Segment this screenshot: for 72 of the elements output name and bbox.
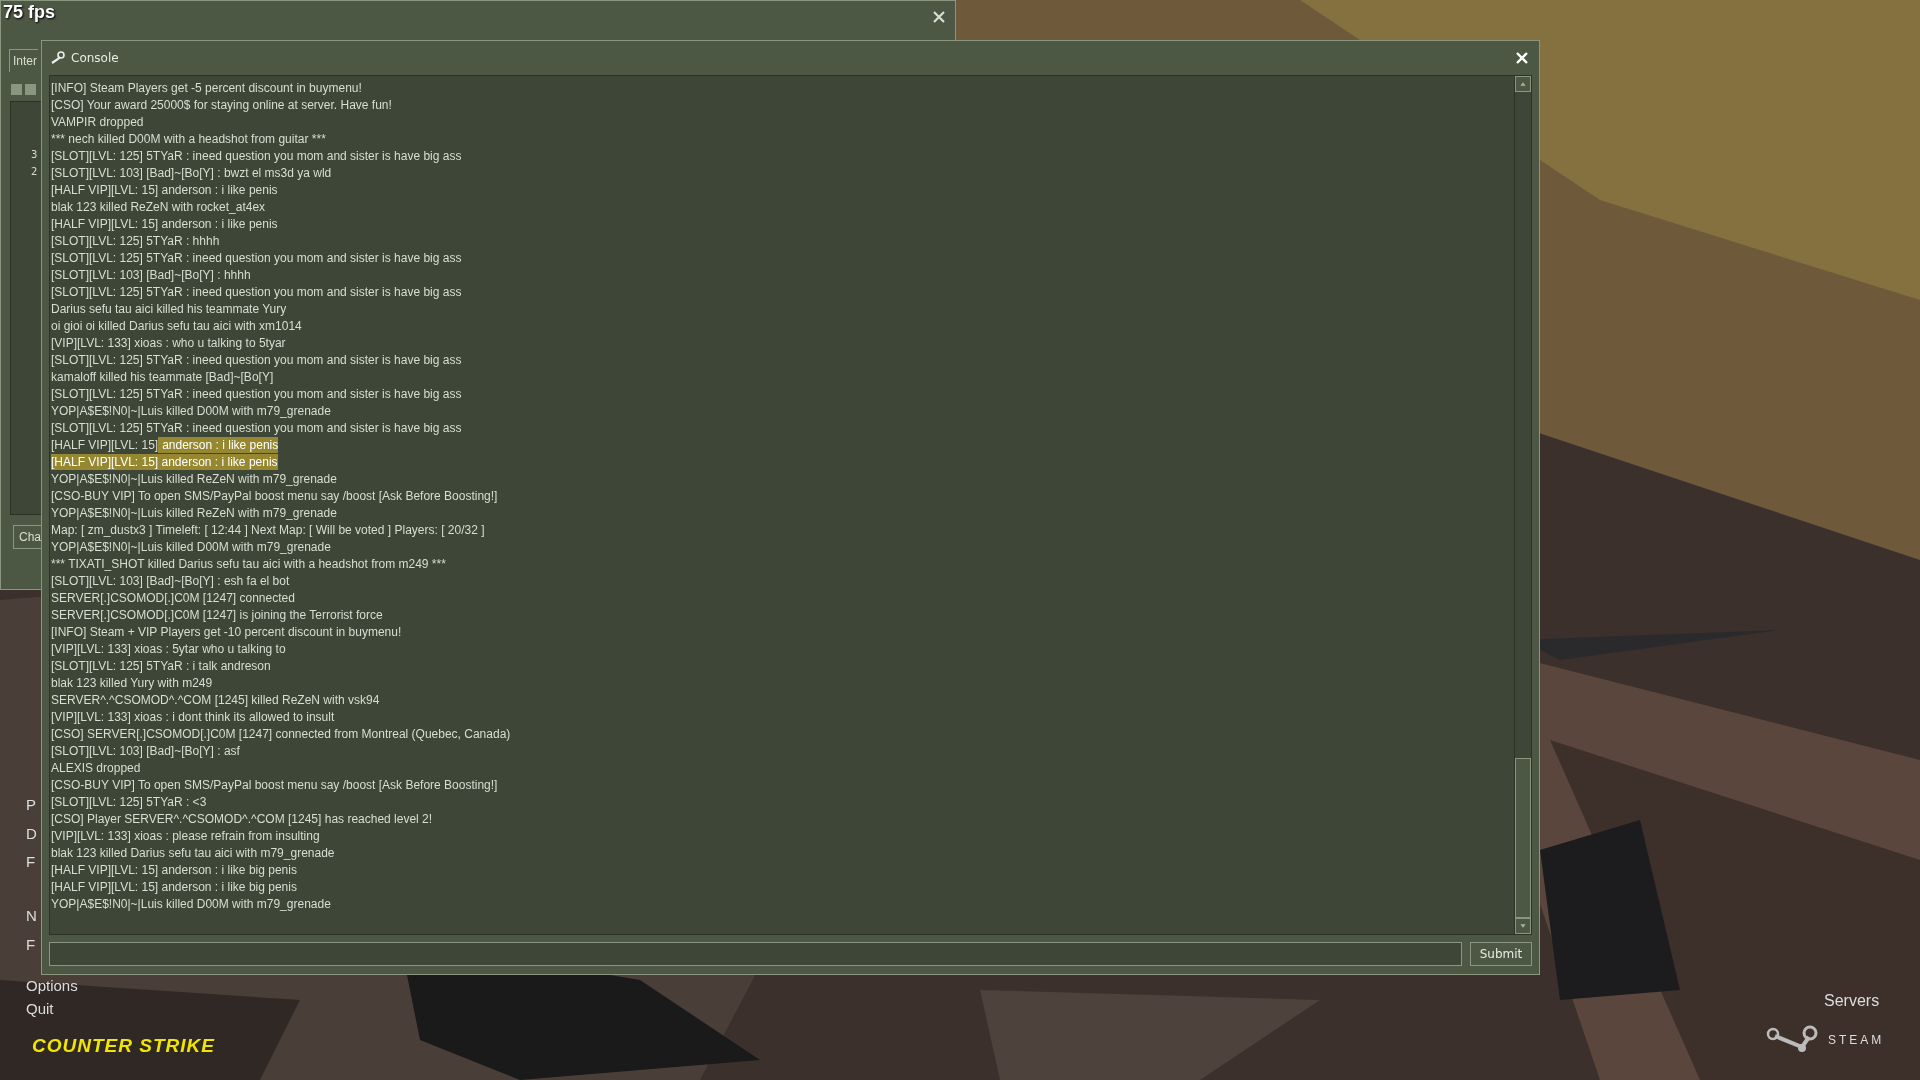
console-line: VAMPIR dropped xyxy=(51,113,144,130)
console-line: [CSO] Player SERVER^.^CSOMOD^.^COM [1245] has reached level 2! xyxy=(51,810,433,827)
console-line: [SLOT][LVL: 125] 5TYaR : ineed question you mom and sister is have big ass xyxy=(51,351,462,368)
console-line: Map: [ zm_dustx3 ] Timeleft: [ 12:44 ] Next Map: [ Will be voted ] Players: [ 20/32 ] xyxy=(51,521,485,538)
console-line: [CSO-BUY VIP] To open SMS/PayPal boost menu say /boost [Ask Before Boosting!] xyxy=(51,776,498,793)
console-line: YOP|A$E$!N0|~|Luis killed D00M with m79_grenade xyxy=(51,538,331,555)
console-line: kamaloff killed his teammate [Bad]~[Bo[Y] xyxy=(51,368,274,385)
console-line: [VIP][LVL: 133] xioas : 5ytar who u talking to xyxy=(51,640,286,657)
console-line: [SLOT][LVL: 125] 5TYaR : ineed question you mom and sister is have big ass xyxy=(51,385,462,402)
server-count: 2 xyxy=(31,166,38,177)
console-line: YOP|A$E$!N0|~|Luis killed D00M with m79_grenade xyxy=(51,895,331,912)
console-line: [SLOT][LVL: 103] [Bad]~[Bo[Y] : bwzt el ms3d ya wld xyxy=(51,164,332,181)
column-icon xyxy=(25,84,36,95)
console-line: [SLOT][LVL: 125] 5TYaR : hhhh xyxy=(51,232,220,249)
console-line: [SLOT][LVL: 125] 5TYaR : ineed question you mom and sister is have big ass xyxy=(51,147,462,164)
console-line: [CSO] Your award 25000$ for staying online at server. Have fun! xyxy=(51,96,392,113)
menu-item[interactable]: Options xyxy=(26,977,78,994)
servers-link[interactable]: Servers xyxy=(1824,992,1880,1010)
console-line: YOP|A$E$!N0|~|Luis killed D00M with m79_grenade xyxy=(51,402,331,419)
tab[interactable]: Inter xyxy=(9,49,38,72)
menu-item[interactable]: F xyxy=(26,936,36,953)
command-field[interactable] xyxy=(49,942,1462,966)
console-line: [HALF VIP][LVL: 15] anderson : i like big penis xyxy=(51,861,297,878)
console-line: SERVER[.]CSOMOD[.]C0M [1247] connected xyxy=(51,589,295,606)
menu-item[interactable]: N xyxy=(26,907,37,924)
console-line: *** nech killed D00M with a headshot from guitar *** xyxy=(51,130,326,147)
console-line: [SLOT][LVL: 125] 5TYaR : ineed question you mom and sister is have big ass xyxy=(51,419,462,436)
console-line: blak 123 killed ReZeN with rocket_at4ex xyxy=(51,198,266,215)
console-line: ALEXIS dropped xyxy=(51,759,141,776)
menu-item[interactable]: P xyxy=(26,796,36,813)
console-line: [SLOT][LVL: 125] 5TYaR : i talk andreson xyxy=(51,657,271,674)
console-line: [VIP][LVL: 133] xioas : who u talking to 5tyar xyxy=(51,334,286,351)
submit-button[interactable]: Submit xyxy=(1470,942,1532,966)
console-line: blak 123 killed Yury with m249 xyxy=(51,674,213,691)
console-line: YOP|A$E$!N0|~|Luis killed ReZeN with m79_grenade xyxy=(51,504,337,521)
console-line: [HALF VIP][LVL: 15] anderson : i like penis xyxy=(51,181,278,198)
console-line: [INFO] Steam Players get -5 percent discount in buymenu! xyxy=(51,79,362,96)
console-line: [SLOT][LVL: 103] [Bad]~[Bo[Y] : asf xyxy=(51,742,240,759)
menu-item[interactable]: Quit xyxy=(26,1000,54,1017)
menu-item[interactable]: D xyxy=(26,825,37,842)
console-line: [HALF VIP][LVL: 15] anderson : i like big penis xyxy=(51,878,297,895)
scrollbar[interactable] xyxy=(1514,76,1531,934)
console-line: blak 123 killed Darius sefu tau aici with m79_grenade xyxy=(51,844,335,861)
window-title: Console xyxy=(71,51,119,65)
console-line: [SLOT][LVL: 125] 5TYaR : ineed question you mom and sister is have big ass xyxy=(51,249,462,266)
console-line: [CSO] SERVER[.]CSOMOD[.]C0M [1247] connected from Montreal (Quebec, Canada) xyxy=(51,725,511,742)
console-line: [HALF VIP][LVL: 15] xyxy=(51,436,159,453)
change-button[interactable]: Cha xyxy=(13,525,42,549)
console-line: *** TIXATI_SHOT killed Darius sefu tau aici with a headshot from m249 *** xyxy=(51,555,446,572)
console-line: Darius sefu tau aici killed his teammate Yury xyxy=(51,300,287,317)
console-line: [VIP][LVL: 133] xioas : please refrain from insulting xyxy=(51,827,320,844)
scroll-thumb[interactable] xyxy=(1515,758,1531,918)
scroll-down-button[interactable] xyxy=(1515,918,1531,934)
console-line: SERVER[.]CSOMOD[.]C0M [1247] is joining the Terrorist force xyxy=(51,606,383,623)
steam-label: STEAM xyxy=(1828,1033,1885,1047)
console-line: [SLOT][LVL: 125] 5TYaR : ineed question you mom and sister is have big ass xyxy=(51,283,462,300)
console-line: YOP|A$E$!N0|~|Luis killed ReZeN with m79_grenade xyxy=(51,470,337,487)
game-logo: COUNTER STRIKE xyxy=(32,1035,215,1057)
console-line: [SLOT][LVL: 103] [Bad]~[Bo[Y] : hhhh xyxy=(51,266,251,283)
console-line: SERVER^.^CSOMOD^.^COM [1245] killed ReZeN with vsk94 xyxy=(51,691,380,708)
console-line: [SLOT][LVL: 125] 5TYaR : <3 xyxy=(51,793,207,810)
console-line: [CSO-BUY VIP] To open SMS/PayPal boost menu say /boost [Ask Before Boosting!] xyxy=(51,487,498,504)
console-line: [VIP][LVL: 133] xioas : i dont think its allowed to insult xyxy=(51,708,335,725)
close-icon[interactable] xyxy=(933,11,945,23)
console-line: oi gioi oi killed Darius sefu tau aici with xm1014 xyxy=(51,317,302,334)
scroll-up-button[interactable] xyxy=(1515,76,1531,92)
fps-counter: 75 fps xyxy=(3,2,56,23)
console-line: [SLOT][LVL: 103] [Bad]~[Bo[Y] : esh fa el bot xyxy=(51,572,290,589)
console-line: [HALF VIP][LVL: 15] anderson : i like penis xyxy=(51,215,278,232)
server-count: 3 xyxy=(31,149,38,160)
menu-item[interactable]: F xyxy=(26,853,36,870)
console-line: [INFO] Steam + VIP Players get -10 percent discount in buymenu! xyxy=(51,623,402,640)
